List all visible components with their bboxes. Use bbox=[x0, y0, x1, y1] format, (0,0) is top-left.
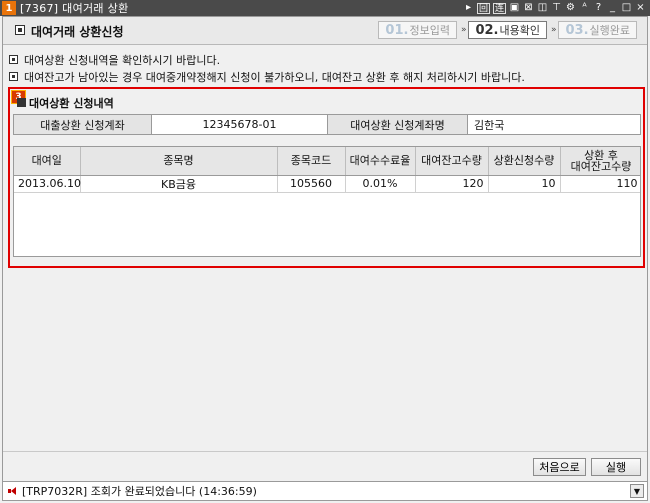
cell-stock-name: KB금융 bbox=[80, 175, 278, 193]
app-number-badge: 1 bbox=[2, 1, 16, 15]
window-titlebar: 1 [7367] 대여거래 상환 ▸ 回 连 ▣ ⊠ ◫ ⊤ ⚙ ᴬ ? _ □… bbox=[0, 0, 650, 16]
square-bullet-icon bbox=[9, 72, 18, 81]
notice-text: 대여잔고가 남아있는 경우 대여중개약정해지 신청이 불가하오니, 대여잔고 상… bbox=[24, 70, 525, 84]
step-content-confirm: 02. 내용확인 bbox=[468, 21, 547, 39]
speaker-icon[interactable] bbox=[8, 486, 18, 496]
help-icon[interactable]: ? bbox=[593, 2, 604, 14]
window-body: 대여거래 상환신청 01. 정보입력 » 02. 내용확인 » 03. 실행완료… bbox=[2, 16, 648, 501]
close-all-icon[interactable]: ⊠ bbox=[523, 2, 534, 14]
repayment-table: 대여일 종목명 종목코드 대여수수료율 대여잔고수량 상환신청수량 상환 후 대… bbox=[14, 147, 640, 193]
notice-text: 대여상환 신청내역을 확인하시기 바랍니다. bbox=[24, 53, 221, 67]
step-execution-complete: 03. 실행완료 bbox=[558, 21, 637, 39]
table-header-row: 대여일 종목명 종목코드 대여수수료율 대여잔고수량 상환신청수량 상환 후 대… bbox=[14, 147, 640, 176]
notice-item: 대여상환 신청내역을 확인하시기 바랍니다. bbox=[9, 52, 525, 67]
account-label: 대출상환 신청계좌 bbox=[14, 115, 152, 134]
titlebar-toolbar: ▸ 回 连 ▣ ⊠ ◫ ⊤ ⚙ ᴬ ? _ □ × bbox=[463, 2, 650, 14]
account-name-label: 대여상환 신청계좌명 bbox=[328, 115, 468, 134]
step-arrow-icon: » bbox=[550, 25, 556, 35]
account-number-value: 12345678-01 bbox=[152, 115, 328, 134]
step-label: 정보입력 bbox=[409, 24, 450, 37]
cell-repay-qty: 10 bbox=[488, 175, 561, 193]
execute-button[interactable]: 실행 bbox=[591, 458, 641, 476]
go-first-button[interactable]: 처음으로 bbox=[533, 458, 586, 476]
column-header-loan-date[interactable]: 대여일 bbox=[14, 147, 81, 176]
step-label: 실행완료 bbox=[589, 24, 630, 37]
square-bullet-icon bbox=[9, 55, 18, 64]
copy-window-icon[interactable]: ◫ bbox=[537, 2, 548, 14]
repayment-grid[interactable]: 대여일 종목명 종목코드 대여수수료율 대여잔고수량 상환신청수량 상환 후 대… bbox=[13, 146, 641, 257]
step-number: 02. bbox=[475, 22, 499, 38]
account-name-value: 김한국 bbox=[474, 118, 505, 132]
page-header: 대여거래 상환신청 01. 정보입력 » 02. 내용확인 » 03. 실행완료 bbox=[3, 17, 647, 45]
table-row[interactable]: 2013.06.10 KB금융 105560 0.01% 120 10 110 bbox=[14, 175, 640, 193]
save-screen-icon[interactable]: ▣ bbox=[509, 2, 520, 14]
status-bar: [TRP7032R] 조회가 완료되었습니다 (14:36:59) ▼ bbox=[3, 481, 647, 500]
cell-after-balance: 110 bbox=[560, 175, 640, 193]
section-title: 대여상환 신청내역 bbox=[29, 97, 114, 110]
maximize-icon[interactable]: □ bbox=[621, 2, 632, 14]
column-header-fee-rate[interactable]: 대여수수료율 bbox=[345, 147, 416, 176]
column-header-stock-name[interactable]: 종목명 bbox=[80, 147, 278, 176]
link-icon[interactable]: 连 bbox=[492, 2, 506, 14]
minimize-icon[interactable]: _ bbox=[607, 2, 618, 14]
repayment-request-section: 3 대여상환 신청내역 대출상환 신청계좌 12345678-01 대여상환 신… bbox=[8, 87, 645, 268]
window-title: [7367] 대여거래 상환 bbox=[20, 2, 129, 15]
step-info-input: 01. 정보입력 bbox=[378, 21, 457, 39]
footer-divider bbox=[3, 451, 647, 452]
column-header-loan-balance[interactable]: 대여잔고수량 bbox=[415, 147, 489, 176]
cell-stock-code: 105560 bbox=[277, 175, 346, 193]
notice-list: 대여상환 신청내역을 확인하시기 바랍니다. 대여잔고가 남아있는 경우 대여중… bbox=[9, 52, 525, 86]
cell-loan-date: 2013.06.10 bbox=[14, 175, 81, 193]
page-title: 대여거래 상환신청 bbox=[31, 25, 124, 39]
link-screen-icon[interactable]: 回 bbox=[476, 2, 490, 14]
column-header-repay-qty[interactable]: 상환신청수량 bbox=[488, 147, 561, 176]
topmost-icon[interactable]: ⊤ bbox=[551, 2, 562, 14]
account-info-row: 대출상환 신청계좌 12345678-01 대여상환 신청계좌명 김한국 bbox=[13, 114, 641, 135]
title-square-icon bbox=[15, 25, 25, 35]
column-header-after-balance[interactable]: 상환 후 대여잔고수량 bbox=[560, 147, 640, 176]
step-label: 내용확인 bbox=[499, 24, 540, 37]
cell-fee-rate: 0.01% bbox=[345, 175, 416, 193]
section-square-icon bbox=[17, 98, 26, 107]
pin-icon[interactable]: ▸ bbox=[463, 2, 474, 14]
step-number: 03. bbox=[565, 22, 589, 38]
cell-loan-balance: 120 bbox=[415, 175, 489, 193]
step-number: 01. bbox=[385, 22, 409, 38]
status-message: [TRP7032R] 조회가 완료되었습니다 (14:36:59) bbox=[22, 485, 257, 498]
progress-steps: 01. 정보입력 » 02. 내용확인 » 03. 실행완료 bbox=[378, 21, 637, 39]
close-icon[interactable]: × bbox=[635, 2, 646, 14]
notice-item: 대여잔고가 남아있는 경우 대여중개약정해지 신청이 불가하오니, 대여잔고 상… bbox=[9, 69, 525, 84]
settings-icon[interactable]: ⚙ bbox=[565, 2, 576, 14]
status-dropdown-icon[interactable]: ▼ bbox=[630, 484, 644, 498]
step-arrow-icon: » bbox=[460, 25, 466, 35]
font-size-icon[interactable]: ᴬ bbox=[579, 2, 590, 14]
column-header-stock-code[interactable]: 종목코드 bbox=[277, 147, 346, 176]
